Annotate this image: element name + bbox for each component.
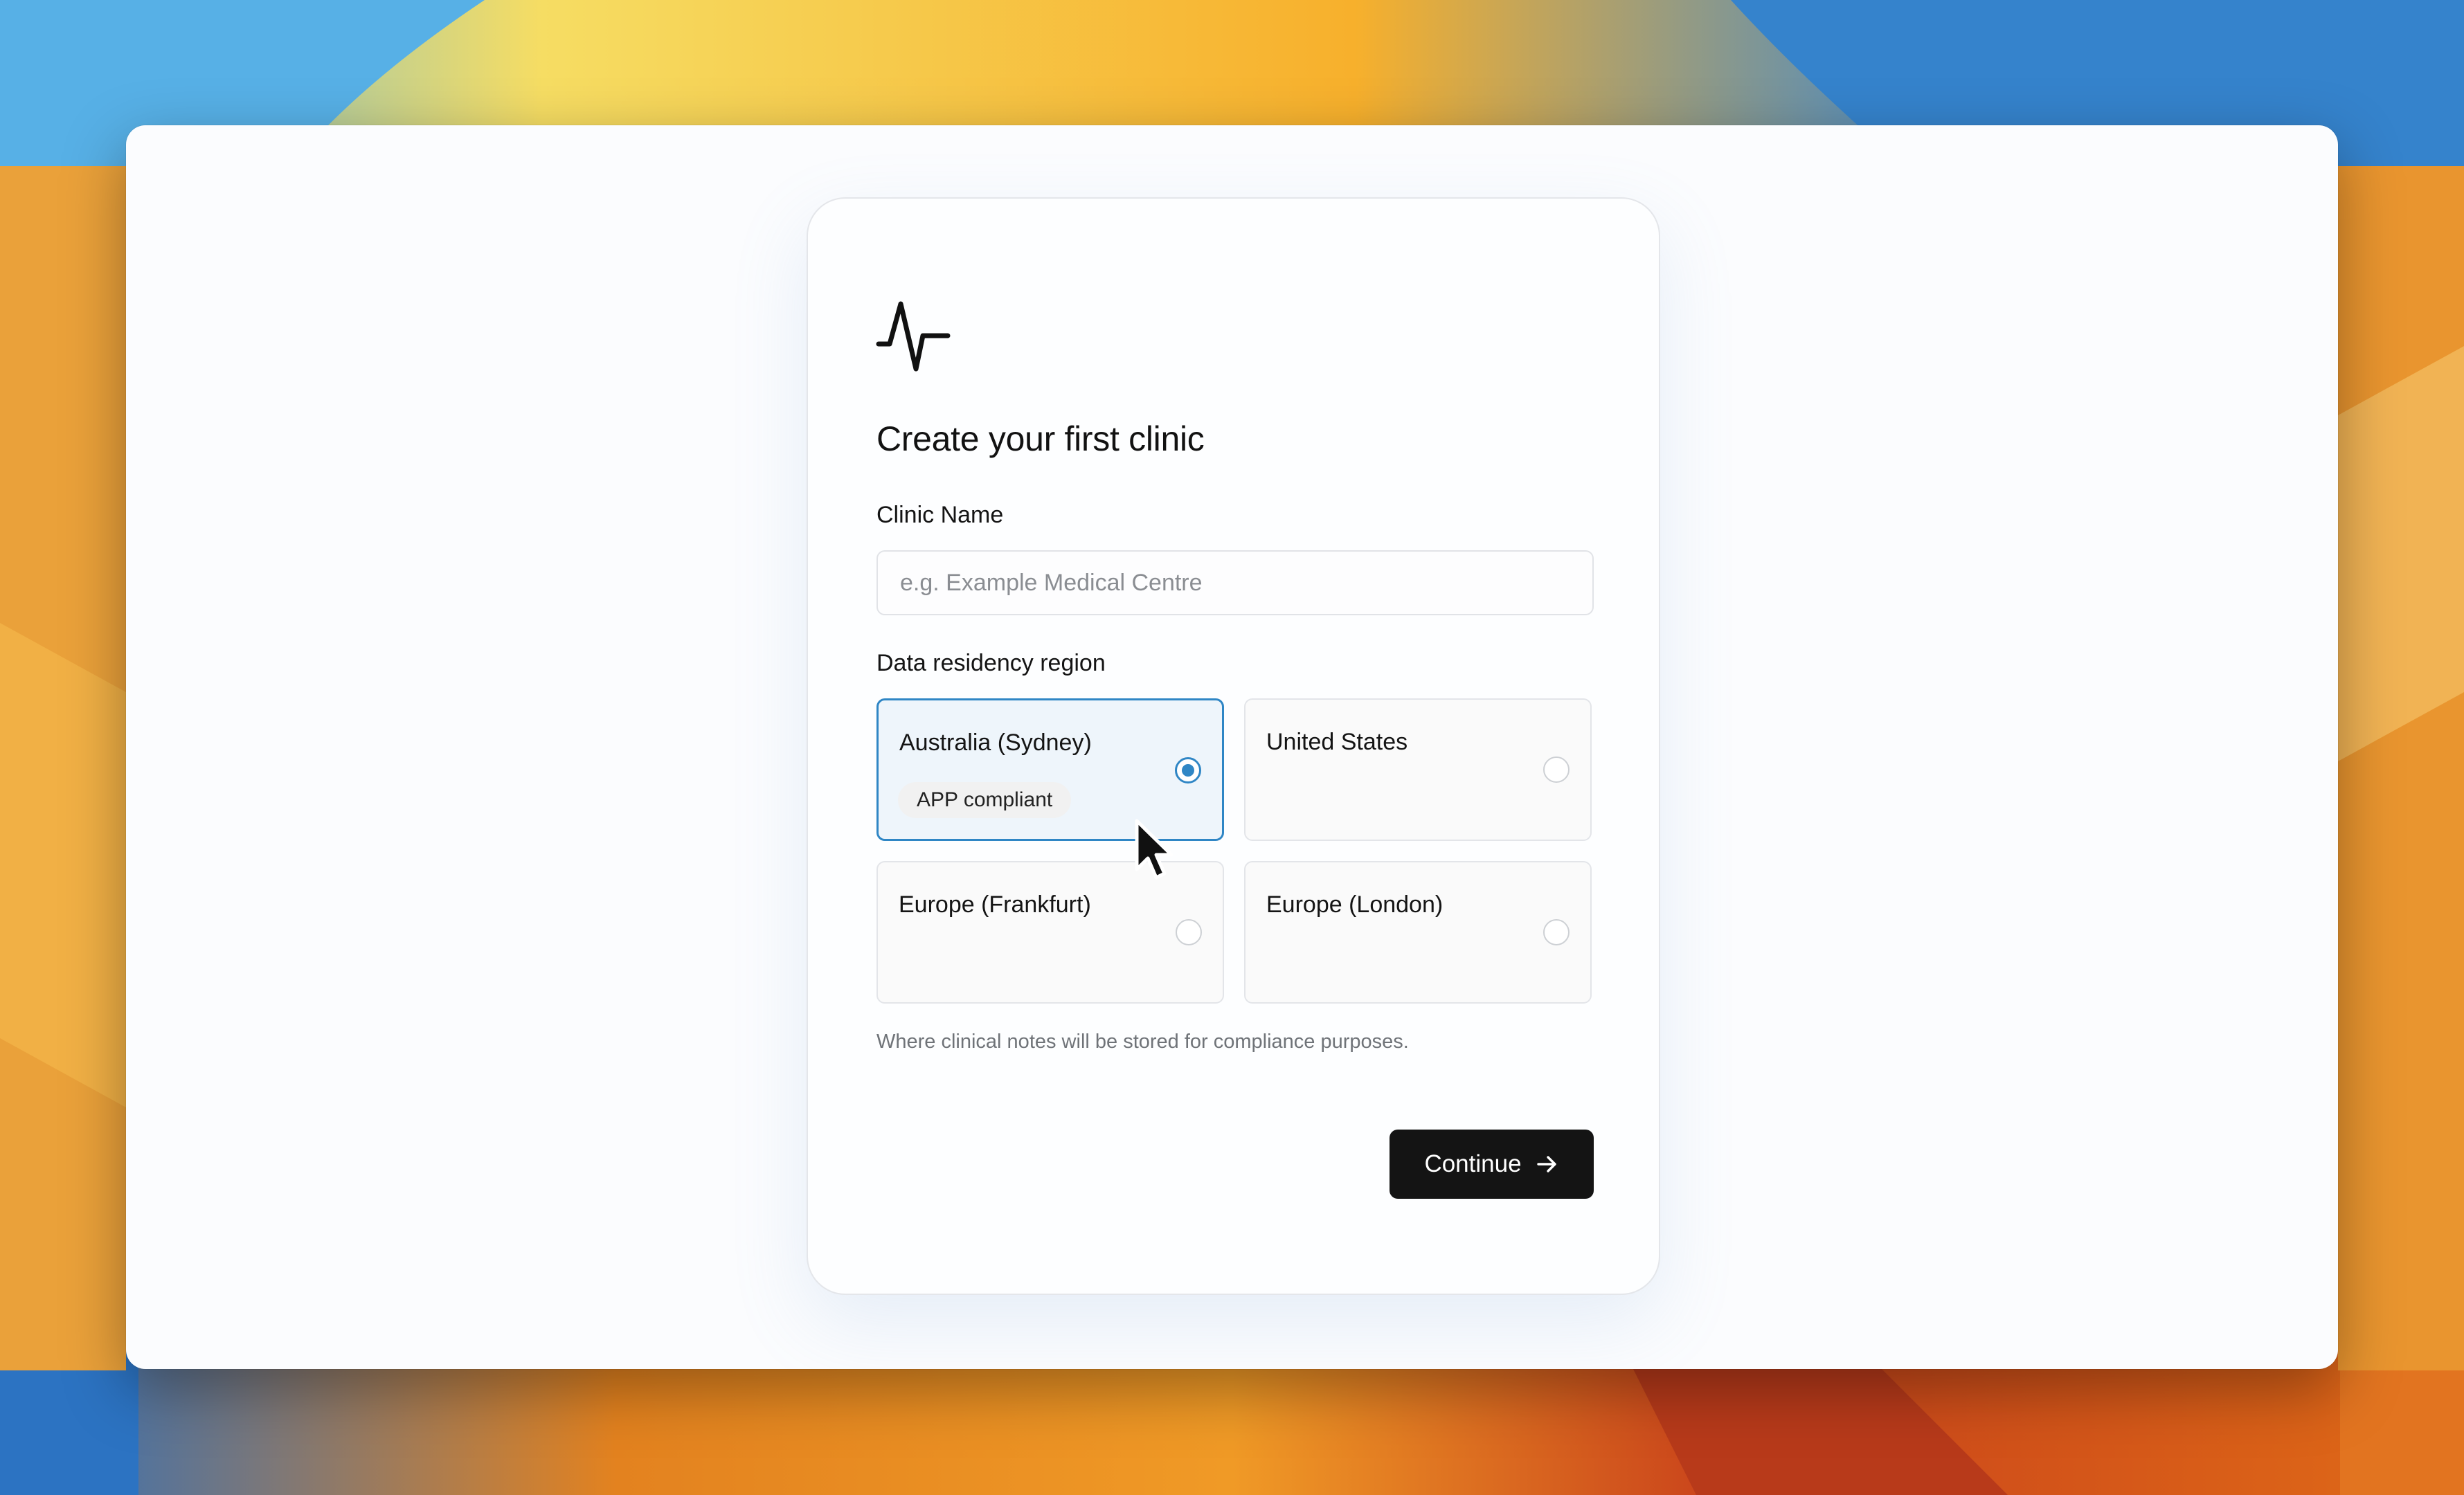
radio-button-selected[interactable] <box>1175 757 1201 783</box>
region-label: Data residency region <box>876 650 1106 676</box>
region-help-text: Where clinical notes will be stored for … <box>876 1031 1409 1053</box>
app-window: Create your first clinic Clinic Name Dat… <box>126 125 2338 1369</box>
continue-button-label: Continue <box>1424 1150 1522 1177</box>
page-title: Create your first clinic <box>876 419 1205 458</box>
radio-button[interactable] <box>1543 756 1570 783</box>
region-option-united-states[interactable]: United States <box>1244 698 1592 841</box>
create-clinic-card: Create your first clinic Clinic Name Dat… <box>807 197 1660 1295</box>
region-option-label: Australia (Sydney) <box>899 730 1092 756</box>
region-option-label: Europe (London) <box>1266 891 1444 918</box>
region-option-europe-frankfurt[interactable]: Europe (Frankfurt) <box>876 861 1224 1004</box>
radio-button[interactable] <box>1176 919 1202 945</box>
clinic-name-label: Clinic Name <box>876 502 1004 528</box>
mouse-cursor-icon <box>1135 819 1173 880</box>
arrow-right-icon <box>1536 1156 1556 1172</box>
compliance-badge: APP compliant <box>898 782 1072 818</box>
pulse-icon <box>876 301 951 372</box>
region-option-label: Europe (Frankfurt) <box>899 891 1091 918</box>
clinic-name-input[interactable] <box>876 550 1594 615</box>
region-option-label: United States <box>1266 729 1408 755</box>
radio-button[interactable] <box>1543 919 1570 945</box>
continue-button[interactable]: Continue <box>1390 1130 1594 1199</box>
region-option-europe-london[interactable]: Europe (London) <box>1244 861 1592 1004</box>
